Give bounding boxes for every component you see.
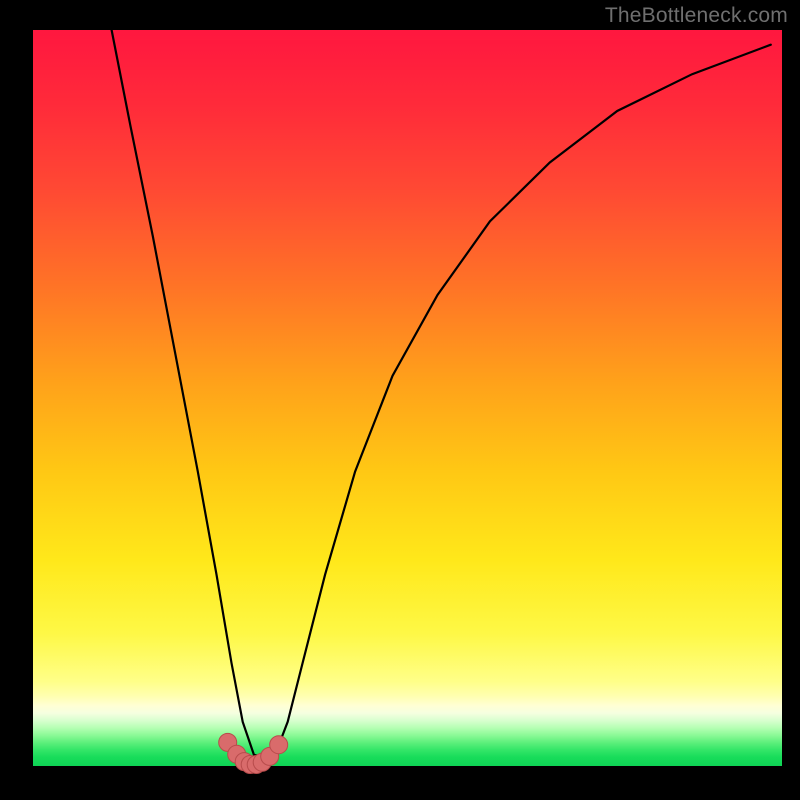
optimal-marker	[270, 736, 288, 754]
bottleneck-chart	[0, 0, 800, 800]
plot-area	[33, 30, 782, 766]
watermark-text: TheBottleneck.com	[605, 4, 788, 28]
chart-frame: TheBottleneck.com	[0, 0, 800, 800]
